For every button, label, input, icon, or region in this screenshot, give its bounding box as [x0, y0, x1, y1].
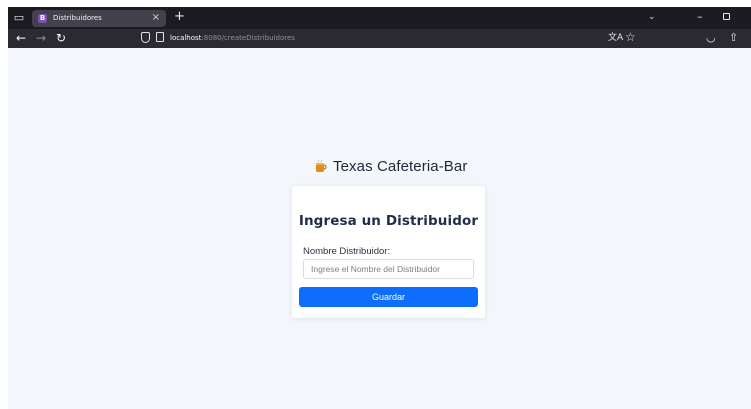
maximize-icon[interactable]	[723, 13, 730, 20]
brand-name: Texas Cafeteria-Bar	[333, 157, 468, 175]
translate-icon[interactable]: 文A	[608, 32, 623, 44]
form-title: Ingresa un Distribuidor	[298, 213, 479, 229]
brand: Texas Cafeteria-Bar	[313, 155, 467, 177]
page-info-icon[interactable]	[156, 32, 164, 42]
navigation-bar: ← → ↻ localhost:8080/createDistribuidore…	[8, 29, 751, 48]
guardar-button[interactable]: Guardar	[299, 287, 478, 307]
new-tab-button[interactable]: +	[174, 9, 185, 25]
close-tab-icon[interactable]: ×	[152, 12, 160, 24]
distribuidor-form-card: Ingresa un Distribuidor Nombre Distribui…	[292, 186, 485, 318]
nombre-distribuidor-label: Nombre Distribuidor:	[303, 246, 391, 257]
pocket-icon[interactable]: ◡	[706, 31, 716, 45]
forward-arrow-icon[interactable]: →	[36, 31, 46, 45]
reload-icon[interactable]: ↻	[56, 31, 66, 45]
tab-title: Distribuidores	[53, 14, 102, 22]
chevron-down-icon[interactable]: ⌄	[648, 10, 656, 24]
tab-bar: ▭ B Distribuidores × + ⌄ –	[8, 7, 751, 29]
bootstrap-icon: B	[38, 14, 47, 23]
window-menu-icon[interactable]: ▭	[12, 11, 26, 25]
nombre-distribuidor-input[interactable]	[303, 259, 474, 279]
url-host: localhost	[170, 34, 202, 42]
back-arrow-icon[interactable]: ←	[16, 31, 26, 45]
minimize-icon[interactable]: –	[697, 10, 703, 24]
bookmark-star-icon[interactable]: ☆	[625, 30, 636, 45]
url-path: :8080/createDistribuidores	[201, 34, 295, 42]
coffee-cup-icon	[313, 159, 327, 174]
browser-window: ▭ B Distribuidores × + ⌄ – ← → ↻ localho…	[8, 7, 751, 409]
tab-distribuidores[interactable]: B Distribuidores ×	[32, 10, 166, 27]
tracking-protection-shield-icon[interactable]	[141, 32, 150, 43]
extensions-icon[interactable]: ⇧	[729, 31, 738, 45]
address-bar[interactable]: localhost:8080/createDistribuidores	[170, 32, 295, 44]
